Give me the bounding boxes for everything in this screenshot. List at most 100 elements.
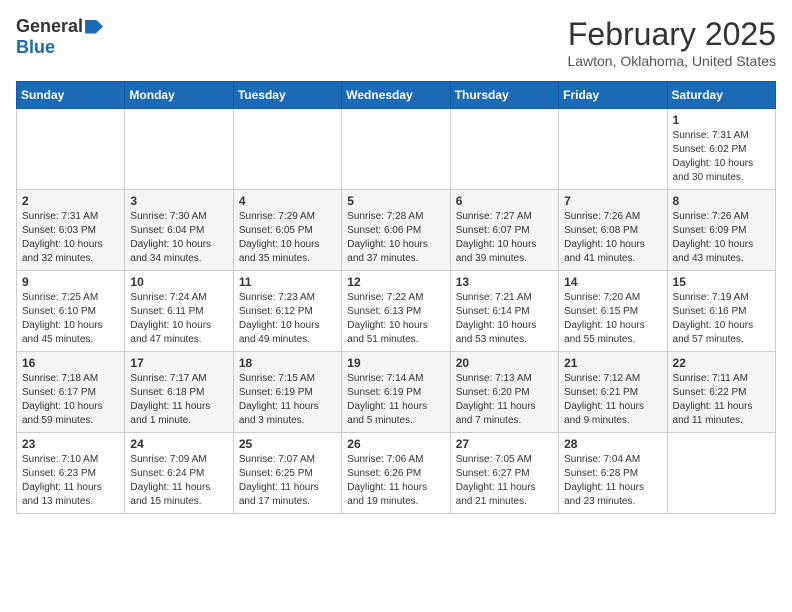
day-number: 27 xyxy=(456,437,553,451)
day-info: Sunrise: 7:23 AM Sunset: 6:12 PM Dayligh… xyxy=(239,291,336,347)
calendar-cell: 26 Sunrise: 7:06 AM Sunset: 6:26 PM Dayli… xyxy=(342,433,450,514)
day-info: Sunrise: 7:21 AM Sunset: 6:14 PM Dayligh… xyxy=(456,291,553,347)
calendar-cell: 3 Sunrise: 7:30 AM Sunset: 6:04 PM Daylig… xyxy=(125,190,233,271)
calendar-cell: 2 Sunrise: 7:31 AM Sunset: 6:03 PM Daylig… xyxy=(17,190,125,271)
day-info: Sunrise: 7:04 AM Sunset: 6:28 PM Dayligh… xyxy=(564,453,661,509)
day-number: 3 xyxy=(130,194,227,208)
day-number: 12 xyxy=(347,275,444,289)
day-info: Sunrise: 7:27 AM Sunset: 6:07 PM Dayligh… xyxy=(456,210,553,266)
day-info: Sunrise: 7:10 AM Sunset: 6:23 PM Dayligh… xyxy=(22,453,119,509)
calendar-cell xyxy=(125,109,233,190)
day-number: 20 xyxy=(456,356,553,370)
weekday-header: Monday xyxy=(125,82,233,109)
day-info: Sunrise: 7:13 AM Sunset: 6:20 PM Dayligh… xyxy=(456,372,553,428)
calendar-cell: 5 Sunrise: 7:28 AM Sunset: 6:06 PM Daylig… xyxy=(342,190,450,271)
day-info: Sunrise: 7:07 AM Sunset: 6:25 PM Dayligh… xyxy=(239,453,336,509)
day-info: Sunrise: 7:31 AM Sunset: 6:02 PM Dayligh… xyxy=(673,129,770,185)
calendar-week-row: 1 Sunrise: 7:31 AM Sunset: 6:02 PM Daylig… xyxy=(17,109,776,190)
logo: General Blue xyxy=(16,16,103,58)
day-number: 28 xyxy=(564,437,661,451)
day-number: 8 xyxy=(673,194,770,208)
weekday-header: Tuesday xyxy=(233,82,341,109)
day-info: Sunrise: 7:17 AM Sunset: 6:18 PM Dayligh… xyxy=(130,372,227,428)
weekday-header: Thursday xyxy=(450,82,558,109)
day-info: Sunrise: 7:12 AM Sunset: 6:21 PM Dayligh… xyxy=(564,372,661,428)
calendar-cell: 9 Sunrise: 7:25 AM Sunset: 6:10 PM Daylig… xyxy=(17,271,125,352)
day-info: Sunrise: 7:24 AM Sunset: 6:11 PM Dayligh… xyxy=(130,291,227,347)
calendar-cell: 6Sunrise: 7:27 AM Sunset: 6:07 PM Daylig… xyxy=(450,190,558,271)
day-info: Sunrise: 7:30 AM Sunset: 6:04 PM Dayligh… xyxy=(130,210,227,266)
calendar-cell xyxy=(667,433,775,514)
day-info: Sunrise: 7:19 AM Sunset: 6:16 PM Dayligh… xyxy=(673,291,770,347)
day-info: Sunrise: 7:20 AM Sunset: 6:15 PM Dayligh… xyxy=(564,291,661,347)
calendar-cell xyxy=(342,109,450,190)
calendar-cell: 18 Sunrise: 7:15 AM Sunset: 6:19 PM Dayli… xyxy=(233,352,341,433)
day-number: 2 xyxy=(22,194,119,208)
calendar-table: SundayMondayTuesdayWednesdayThursdayFrid… xyxy=(16,81,776,514)
day-info: Sunrise: 7:18 AM Sunset: 6:17 PM Dayligh… xyxy=(22,372,119,428)
calendar-cell: 23 Sunrise: 7:10 AM Sunset: 6:23 PM Dayli… xyxy=(17,433,125,514)
day-number: 1 xyxy=(673,113,770,127)
day-number: 14 xyxy=(564,275,661,289)
day-number: 13 xyxy=(456,275,553,289)
calendar-cell: 19 Sunrise: 7:14 AM Sunset: 6:19 PM Dayli… xyxy=(342,352,450,433)
title-block: February 2025 Lawton, Oklahoma, United S… xyxy=(567,16,776,69)
calendar-week-row: 2 Sunrise: 7:31 AM Sunset: 6:03 PM Daylig… xyxy=(17,190,776,271)
day-info: Sunrise: 7:29 AM Sunset: 6:05 PM Dayligh… xyxy=(239,210,336,266)
month-title: February 2025 xyxy=(567,16,776,53)
calendar-cell xyxy=(233,109,341,190)
day-number: 7 xyxy=(564,194,661,208)
day-info: Sunrise: 7:15 AM Sunset: 6:19 PM Dayligh… xyxy=(239,372,336,428)
day-info: Sunrise: 7:25 AM Sunset: 6:10 PM Dayligh… xyxy=(22,291,119,347)
logo-general: General xyxy=(16,16,83,37)
calendar-cell: 28 Sunrise: 7:04 AM Sunset: 6:28 PM Dayli… xyxy=(559,433,667,514)
day-number: 26 xyxy=(347,437,444,451)
day-number: 23 xyxy=(22,437,119,451)
calendar-cell: 15 Sunrise: 7:19 AM Sunset: 6:16 PM Dayli… xyxy=(667,271,775,352)
calendar-cell: 17 Sunrise: 7:17 AM Sunset: 6:18 PM Dayli… xyxy=(125,352,233,433)
day-number: 18 xyxy=(239,356,336,370)
day-number: 22 xyxy=(673,356,770,370)
calendar-cell: 21Sunrise: 7:12 AM Sunset: 6:21 PM Dayli… xyxy=(559,352,667,433)
day-number: 15 xyxy=(673,275,770,289)
calendar-cell: 11 Sunrise: 7:23 AM Sunset: 6:12 PM Dayli… xyxy=(233,271,341,352)
calendar-cell: 27 Sunrise: 7:05 AM Sunset: 6:27 PM Dayli… xyxy=(450,433,558,514)
day-number: 17 xyxy=(130,356,227,370)
calendar-cell: 1 Sunrise: 7:31 AM Sunset: 6:02 PM Daylig… xyxy=(667,109,775,190)
weekday-header: Saturday xyxy=(667,82,775,109)
calendar-cell: 10 Sunrise: 7:24 AM Sunset: 6:11 PM Dayli… xyxy=(125,271,233,352)
day-info: Sunrise: 7:14 AM Sunset: 6:19 PM Dayligh… xyxy=(347,372,444,428)
day-info: Sunrise: 7:31 AM Sunset: 6:03 PM Dayligh… xyxy=(22,210,119,266)
day-number: 9 xyxy=(22,275,119,289)
calendar-week-row: 16Sunrise: 7:18 AM Sunset: 6:17 PM Dayli… xyxy=(17,352,776,433)
calendar-cell: 25 Sunrise: 7:07 AM Sunset: 6:25 PM Dayli… xyxy=(233,433,341,514)
day-info: Sunrise: 7:11 AM Sunset: 6:22 PM Dayligh… xyxy=(673,372,770,428)
day-info: Sunrise: 7:06 AM Sunset: 6:26 PM Dayligh… xyxy=(347,453,444,509)
day-number: 11 xyxy=(239,275,336,289)
calendar-header-row: SundayMondayTuesdayWednesdayThursdayFrid… xyxy=(17,82,776,109)
day-info: Sunrise: 7:26 AM Sunset: 6:09 PM Dayligh… xyxy=(673,210,770,266)
weekday-header: Sunday xyxy=(17,82,125,109)
day-number: 25 xyxy=(239,437,336,451)
calendar-cell: 7Sunrise: 7:26 AM Sunset: 6:08 PM Daylig… xyxy=(559,190,667,271)
calendar-cell xyxy=(559,109,667,190)
calendar-cell: 12 Sunrise: 7:22 AM Sunset: 6:13 PM Dayli… xyxy=(342,271,450,352)
day-number: 4 xyxy=(239,194,336,208)
weekday-header: Wednesday xyxy=(342,82,450,109)
calendar-cell: 16Sunrise: 7:18 AM Sunset: 6:17 PM Dayli… xyxy=(17,352,125,433)
day-info: Sunrise: 7:22 AM Sunset: 6:13 PM Dayligh… xyxy=(347,291,444,347)
logo-icon xyxy=(85,20,103,34)
calendar-cell: 24 Sunrise: 7:09 AM Sunset: 6:24 PM Dayli… xyxy=(125,433,233,514)
calendar-cell: 22 Sunrise: 7:11 AM Sunset: 6:22 PM Dayli… xyxy=(667,352,775,433)
day-number: 19 xyxy=(347,356,444,370)
day-number: 24 xyxy=(130,437,227,451)
calendar-week-row: 9 Sunrise: 7:25 AM Sunset: 6:10 PM Daylig… xyxy=(17,271,776,352)
day-number: 5 xyxy=(347,194,444,208)
calendar-week-row: 23 Sunrise: 7:10 AM Sunset: 6:23 PM Dayli… xyxy=(17,433,776,514)
calendar-cell: 4 Sunrise: 7:29 AM Sunset: 6:05 PM Daylig… xyxy=(233,190,341,271)
day-number: 10 xyxy=(130,275,227,289)
day-info: Sunrise: 7:05 AM Sunset: 6:27 PM Dayligh… xyxy=(456,453,553,509)
day-info: Sunrise: 7:09 AM Sunset: 6:24 PM Dayligh… xyxy=(130,453,227,509)
calendar-cell: 20 Sunrise: 7:13 AM Sunset: 6:20 PM Dayli… xyxy=(450,352,558,433)
day-info: Sunrise: 7:28 AM Sunset: 6:06 PM Dayligh… xyxy=(347,210,444,266)
